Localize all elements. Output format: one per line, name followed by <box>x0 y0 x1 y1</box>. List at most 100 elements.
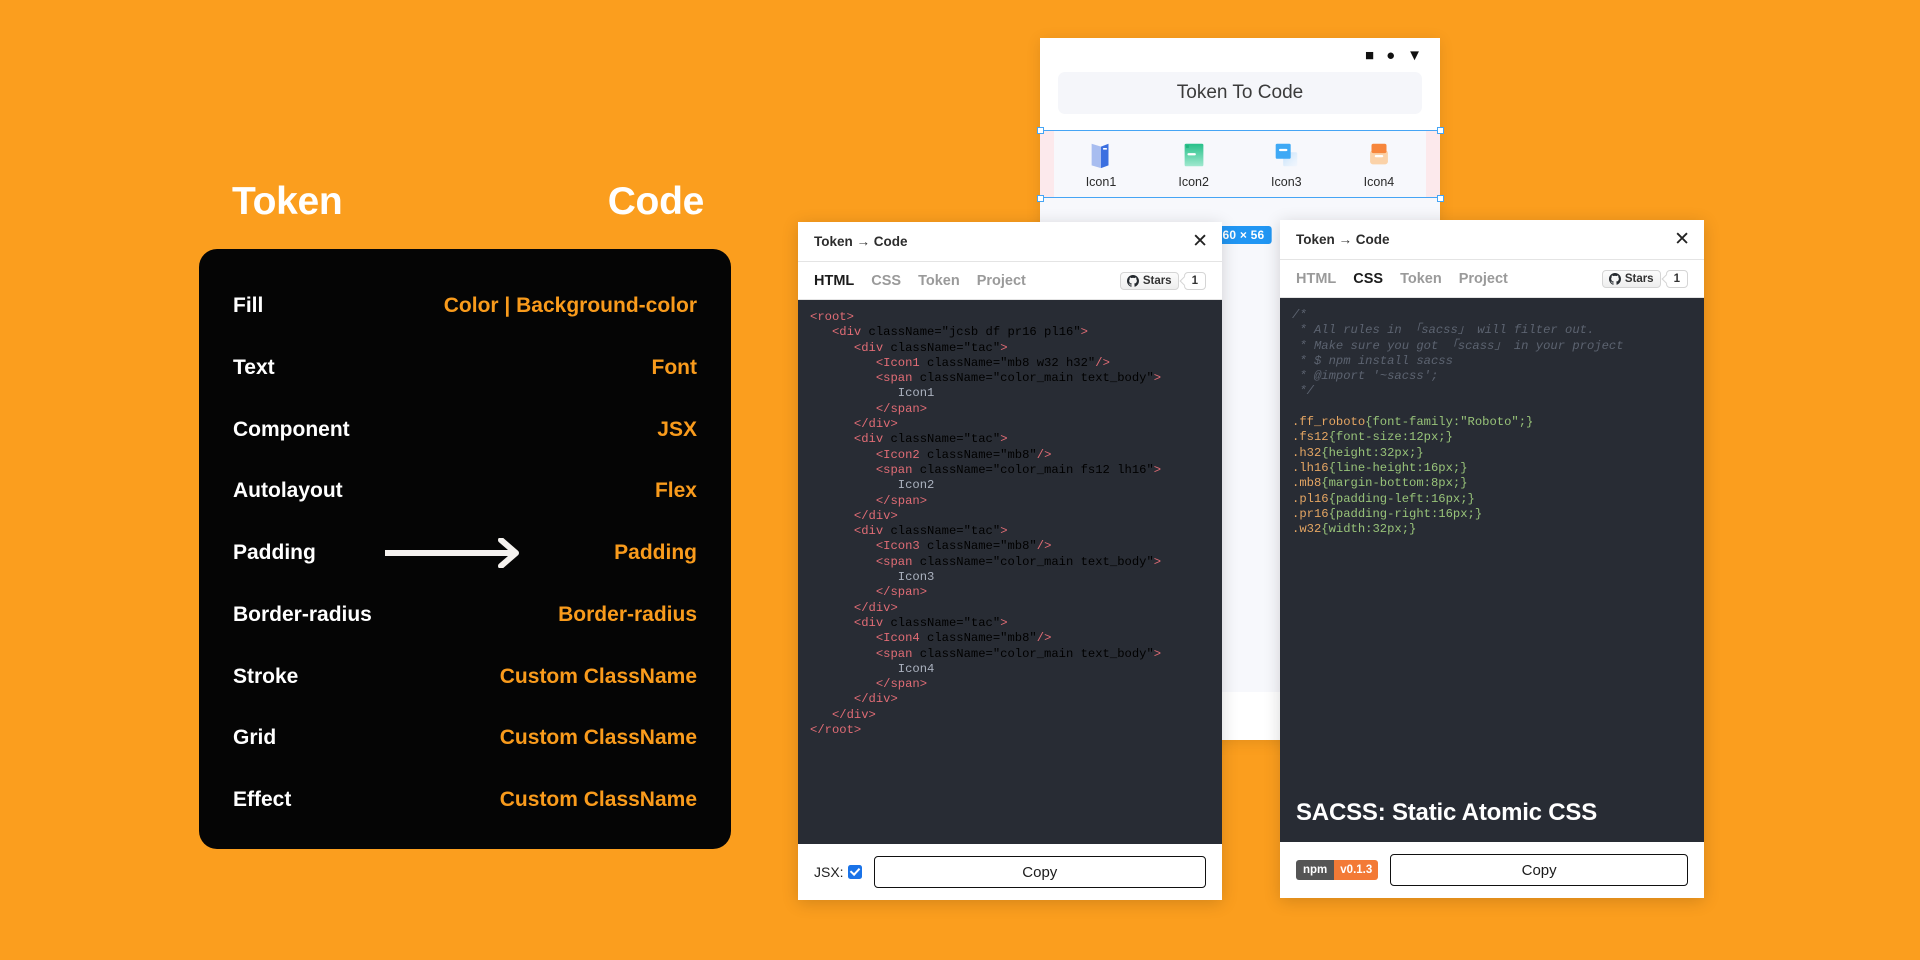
figma-icon-cell[interactable]: Icon2 <box>1157 140 1231 189</box>
code-line: </root> <box>810 723 862 738</box>
token-row-value: Flex <box>654 479 697 503</box>
icon4-icon <box>1364 140 1394 170</box>
code-line: </div> <box>853 692 898 707</box>
token-mapping-card: Fill Color | Background-color Text Font Comp… <box>199 249 731 849</box>
token-to-code-css-window: Token → Code ✕ HTML CSS Token Project St… <box>1280 220 1704 898</box>
tab-html[interactable]: HTML <box>1296 271 1336 287</box>
jsx-toggle-label: JSX: <box>814 864 862 880</box>
html-window-titlebar: Token → Code ✕ <box>798 222 1222 262</box>
code-line: <span className="color_main text_body"> <box>875 554 1162 569</box>
html-window-title: Token → Code <box>814 234 908 249</box>
token-row-name: Grid <box>233 726 277 750</box>
jsx-label-text: JSX: <box>814 864 844 880</box>
tab-css[interactable]: CSS <box>1353 271 1383 287</box>
code-line: <div className="tac"> <box>853 340 1008 355</box>
figma-icon-cell[interactable]: Icon1 <box>1064 140 1138 189</box>
jsx-checkbox[interactable] <box>847 865 862 879</box>
code-line: <root> <box>810 310 854 324</box>
figma-selection-frame[interactable]: Icon1 Icon2 Icon3 Icon4 <box>1036 126 1444 202</box>
selection-handle-top-right[interactable] <box>1436 126 1444 134</box>
selection-handle-bottom-right[interactable] <box>1436 194 1444 202</box>
token-row-name: Autolayout <box>233 479 343 503</box>
html-code-editor[interactable]: <root> <div className="jcsb df pr16 pl16… <box>798 300 1222 844</box>
circle-icon[interactable]: ● <box>1386 48 1395 63</box>
token-row: Border-radius Border-radius <box>233 596 697 634</box>
selection-handle-bottom-left[interactable] <box>1036 194 1044 202</box>
tab-css[interactable]: CSS <box>871 273 901 289</box>
figma-icon-cell[interactable]: Icon3 <box>1249 140 1323 189</box>
css-window-title: Token → Code <box>1296 232 1390 247</box>
github-stars-button[interactable]: Stars <box>1601 269 1661 288</box>
token-row-name: Stroke <box>233 664 299 688</box>
figma-icon-cell[interactable]: Icon4 <box>1342 140 1416 189</box>
tab-project[interactable]: Project <box>977 273 1026 289</box>
code-line: </div> <box>853 508 898 523</box>
code-line: <Icon3 className="mb8"/> <box>875 539 1052 554</box>
code-rule-line: .pl16{padding-left:16px;} <box>1292 491 1475 506</box>
figma-search-field[interactable]: Token To Code <box>1058 72 1422 114</box>
sacss-heading: SACSS: Static Atomic CSS <box>1296 798 1598 826</box>
token-row-name: Component <box>233 417 350 441</box>
code-line: <div className="jcsb df pr16 pl16"> <box>831 325 1088 340</box>
token-code-headings: Token Code <box>232 180 704 224</box>
code-comment-line: /* <box>1292 308 1307 322</box>
code-line: <span className="color_main text_body"> <box>875 646 1162 661</box>
token-row: Stroke Custom ClassName <box>233 658 697 696</box>
code-rule-line: .fs12{font-size:12px;} <box>1292 430 1453 445</box>
css-window-tabs: HTML CSS Token Project Stars 1 <box>1280 260 1704 298</box>
triangle-down-icon[interactable]: ▼ <box>1407 48 1422 63</box>
figma-icon-label: Icon4 <box>1363 174 1395 189</box>
code-line: </div> <box>853 417 898 432</box>
code-line: Icon3 <box>897 570 935 585</box>
github-stars-count[interactable]: 1 <box>1665 269 1688 288</box>
github-stars-widget[interactable]: Stars 1 <box>1119 271 1206 290</box>
icon2-icon <box>1179 140 1209 170</box>
code-rule-line: .lh16{line-height:16px;} <box>1292 460 1468 475</box>
token-row-value: Padding <box>614 541 697 564</box>
token-row-name: Text <box>233 355 275 379</box>
figma-icon-row: Icon1 Icon2 Icon3 Icon4 <box>1054 131 1426 197</box>
tab-token[interactable]: Token <box>1400 271 1442 287</box>
code-line: <Icon1 className="mb8 w32 h32"/> <box>875 355 1110 370</box>
tab-html[interactable]: HTML <box>814 273 854 289</box>
github-icon <box>1126 274 1139 287</box>
code-line: </span> <box>875 401 928 416</box>
code-line: <Icon4 className="mb8"/> <box>875 631 1052 646</box>
copy-button-html[interactable]: Copy <box>873 856 1206 888</box>
tab-token[interactable]: Token <box>918 273 960 289</box>
figma-icon-label: Icon2 <box>1178 174 1209 189</box>
copy-button-css[interactable]: Copy <box>1390 854 1688 886</box>
code-comment-line: * @import '~sacss'; <box>1292 369 1439 384</box>
token-row-name: Border-radius <box>233 602 372 626</box>
npm-badge-left: npm <box>1296 860 1335 880</box>
close-icon[interactable]: ✕ <box>1674 230 1690 249</box>
github-stars-widget[interactable]: Stars 1 <box>1601 269 1688 288</box>
figma-icon-label: Icon1 <box>1085 174 1117 189</box>
npm-version-badge: npm v0.1.3 <box>1296 860 1379 880</box>
code-rule-line: .ff_roboto{font-family:"Roboto";} <box>1292 415 1534 430</box>
close-icon[interactable]: ✕ <box>1192 232 1208 251</box>
css-code-editor[interactable]: /* * All rules in 「sacss」 will filter ou… <box>1280 298 1704 842</box>
github-stars-count[interactable]: 1 <box>1183 271 1206 290</box>
token-row: Fill Color | Background-color <box>233 287 697 325</box>
token-row-name: Fill <box>233 294 264 317</box>
square-icon[interactable]: ■ <box>1365 48 1374 63</box>
code-line: <div className="tac"> <box>853 615 1008 630</box>
code-line: </span> <box>875 585 928 600</box>
github-stars-label: Stars <box>1624 272 1654 285</box>
code-line: Icon2 <box>897 478 935 493</box>
code-line: </span> <box>875 677 928 692</box>
code-comment-line: * $ npm install sacss <box>1292 353 1453 368</box>
token-row: Padding Padding <box>233 534 697 572</box>
figma-titlebar: ■ ● ▼ <box>1040 38 1440 72</box>
github-stars-button[interactable]: Stars <box>1119 271 1179 290</box>
token-row-value: Color | Background-color <box>443 294 697 317</box>
tab-project[interactable]: Project <box>1459 271 1508 287</box>
icon1-icon <box>1086 140 1116 170</box>
heading-token: Token <box>232 180 343 223</box>
selection-handle-top-left[interactable] <box>1036 126 1044 134</box>
token-row: Effect Custom ClassName <box>233 781 697 819</box>
code-line: <span className="color_main text_body"> <box>875 371 1162 386</box>
code-line: Icon1 <box>897 386 935 401</box>
